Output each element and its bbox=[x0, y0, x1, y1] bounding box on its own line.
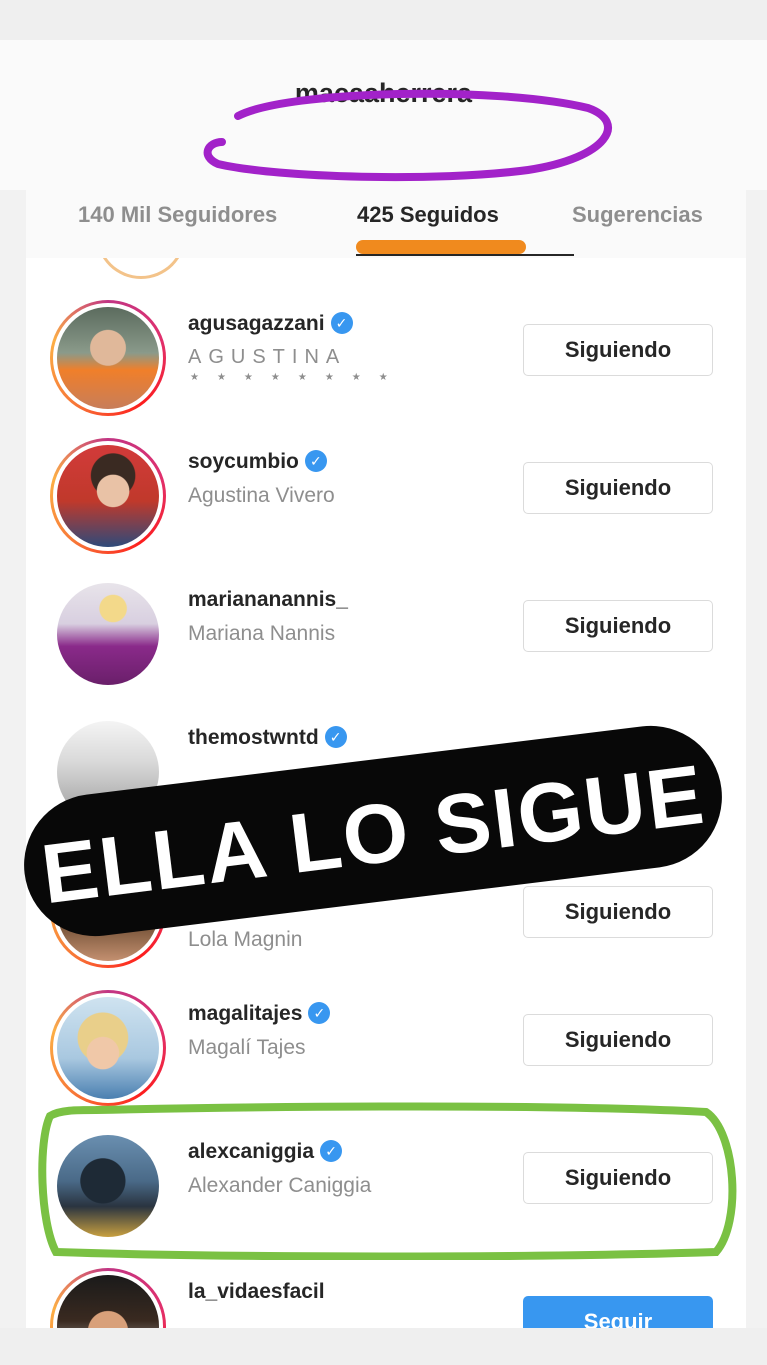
list-item[interactable]: la_vidaesfacil Seguir bbox=[26, 1248, 746, 1328]
account-username[interactable]: mariananannis_ bbox=[188, 588, 348, 612]
following-button[interactable]: Siguiendo bbox=[523, 324, 713, 376]
bottom-strip bbox=[0, 1328, 767, 1365]
status-bar-strip bbox=[0, 0, 767, 40]
following-button[interactable]: Siguiendo bbox=[523, 1014, 713, 1066]
avatar[interactable] bbox=[50, 438, 166, 554]
avatar[interactable] bbox=[50, 300, 166, 416]
account-full-name: Lola Magnin bbox=[188, 928, 303, 951]
tab-following[interactable]: 425 Seguidos bbox=[357, 202, 499, 228]
following-button[interactable]: Siguiendo bbox=[523, 886, 713, 938]
account-username[interactable]: themostwntd ✓ bbox=[188, 726, 347, 750]
verified-badge-icon: ✓ bbox=[324, 726, 347, 748]
account-username[interactable]: soycumbio ✓ bbox=[188, 450, 327, 474]
avatar[interactable] bbox=[50, 576, 166, 692]
list-item[interactable]: soycumbio ✓ Agustina Vivero Siguiendo bbox=[26, 418, 746, 556]
avatar[interactable] bbox=[50, 1268, 166, 1328]
verified-badge-icon: ✓ bbox=[308, 1002, 331, 1024]
list-item[interactable]: magalitajes ✓ Magalí Tajes Siguiendo bbox=[26, 970, 746, 1108]
green-highlight-box bbox=[38, 1102, 737, 1260]
account-username[interactable]: magalitajes ✓ bbox=[188, 1002, 331, 1026]
following-button[interactable]: Siguiendo bbox=[523, 600, 713, 652]
account-username[interactable]: la_vidaesfacil bbox=[188, 1280, 325, 1304]
verified-badge-icon: ✓ bbox=[304, 450, 327, 472]
following-button[interactable]: Siguiendo bbox=[523, 462, 713, 514]
account-full-name: AGUSTINA bbox=[188, 346, 347, 368]
tab-followers[interactable]: 140 Mil Seguidores bbox=[78, 202, 277, 228]
verified-badge-icon: ✓ bbox=[330, 312, 353, 334]
account-full-name: Magalí Tajes bbox=[188, 1036, 306, 1059]
avatar[interactable] bbox=[50, 990, 166, 1106]
account-full-name: Mariana Nannis bbox=[188, 622, 336, 645]
partial-avatar-ring bbox=[96, 258, 186, 279]
orange-highlight-underline bbox=[356, 240, 526, 254]
purple-highlight-circle bbox=[203, 89, 612, 182]
list-item[interactable]: agusagazzani ✓ AGUSTINA ★★★★★★★★ Siguiend… bbox=[26, 280, 746, 418]
tab-suggestions[interactable]: Sugerencias bbox=[572, 202, 703, 228]
active-tab-underline bbox=[356, 254, 574, 256]
account-full-name: Agustina Vivero bbox=[188, 484, 335, 507]
decorative-stars: ★★★★★★★★ bbox=[190, 372, 406, 383]
follow-button[interactable]: Seguir bbox=[523, 1296, 713, 1328]
list-item[interactable]: mariananannis_ Mariana Nannis Siguiendo bbox=[26, 556, 746, 694]
account-username[interactable]: agusagazzani ✓ bbox=[188, 312, 353, 336]
